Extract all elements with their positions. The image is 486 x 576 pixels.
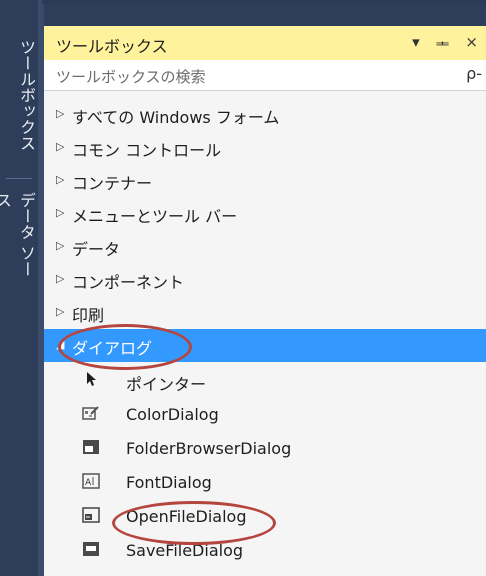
open-file-dialog-icon (82, 507, 100, 523)
side-tab-separator (6, 178, 32, 179)
side-tab-strip: ツールボックス データ ソース (0, 0, 42, 576)
item-label: FolderBrowserDialog (126, 439, 292, 458)
pointer-icon (87, 372, 96, 386)
toolbox-title: ツールボックス (56, 37, 168, 56)
expand-arrow-icon[interactable]: ▷ (56, 305, 64, 318)
toolbox-search-box[interactable]: ツールボックスの検索 ρ- (44, 60, 486, 91)
panel-top-shade (44, 4, 486, 26)
item-label: ポインター (126, 375, 207, 394)
category-all-windows-forms[interactable]: ▷ すべての Windows フォーム (44, 98, 486, 131)
font-dialog-icon: A (82, 473, 100, 489)
toolbox-item-colordialog[interactable]: ColorDialog (44, 398, 486, 432)
category-label: すべての Windows フォーム (72, 108, 280, 127)
category-label: コンポーネント (72, 273, 185, 292)
category-label: コンテナー (72, 174, 153, 193)
folder-browser-dialog-icon (83, 440, 99, 454)
category-label: コモン コントロール (72, 141, 222, 160)
dropdown-icon[interactable]: ▾ (412, 33, 420, 54)
category-containers[interactable]: ▷ コンテナー (44, 164, 486, 197)
save-file-dialog-icon (83, 542, 99, 556)
highlight-ring-openfiledialog (112, 501, 276, 545)
toolbox-panel: ツールボックス ▾ ᆂ × ツールボックスの検索 ρ- ▷ すべての Windo… (42, 4, 486, 576)
close-icon[interactable]: × (465, 33, 478, 54)
toolbox-title-bar: ツールボックス ▾ ᆂ × (44, 26, 486, 60)
expand-arrow-icon[interactable]: ▷ (56, 140, 64, 153)
svg-text:A: A (85, 478, 92, 488)
expand-arrow-icon[interactable]: ▷ (56, 173, 64, 186)
category-label: データ (72, 240, 121, 259)
category-common-controls[interactable]: ▷ コモン コントロール (44, 131, 486, 164)
category-label: 印刷 (72, 306, 105, 325)
category-components[interactable]: ▷ コンポーネント (44, 263, 486, 296)
category-data[interactable]: ▷ データ (44, 230, 486, 263)
expand-arrow-icon[interactable]: ▷ (56, 107, 64, 120)
title-bar-controls: ▾ ᆂ × (412, 33, 478, 54)
item-label: ColorDialog (126, 405, 219, 424)
expand-arrow-icon[interactable]: ▷ (56, 272, 64, 285)
side-tab-data-sources[interactable]: データ ソース (0, 192, 38, 292)
pin-icon[interactable]: ᆂ (436, 33, 450, 54)
color-dialog-icon (82, 406, 99, 420)
category-menus-toolbars[interactable]: ▷ メニューとツール バー (44, 197, 486, 230)
item-label: FontDialog (126, 473, 212, 492)
toolbox-item-savefiledialog[interactable]: SaveFileDialog (44, 534, 486, 568)
highlight-ring-dialogs (58, 324, 192, 370)
side-tab-toolbox[interactable]: ツールボックス (0, 20, 38, 170)
toolbox-item-fontdialog[interactable]: A FontDialog (44, 466, 486, 500)
search-placeholder: ツールボックスの検索 (56, 68, 206, 86)
expand-arrow-icon[interactable]: ▷ (56, 206, 64, 219)
category-label: メニューとツール バー (72, 207, 238, 226)
expand-arrow-icon[interactable]: ▷ (56, 239, 64, 252)
toolbox-item-folderbrowserdialog[interactable]: FolderBrowserDialog (44, 432, 486, 466)
search-icon[interactable]: ρ- (466, 64, 482, 83)
